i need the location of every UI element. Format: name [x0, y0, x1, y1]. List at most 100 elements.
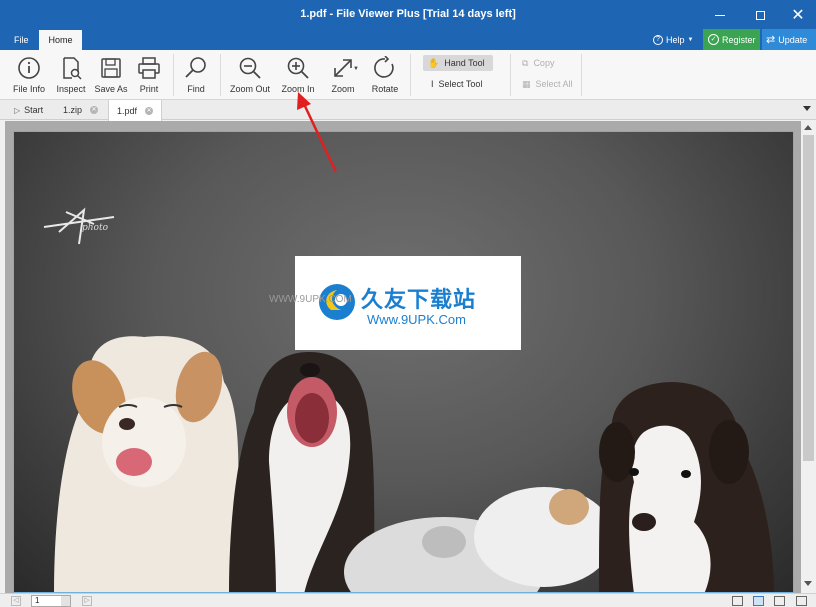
pdf-page-image: photo [13, 131, 794, 593]
page-number-field[interactable]: 1 [31, 595, 71, 607]
close-icon: ✕ [791, 7, 805, 24]
register-button[interactable]: ✓ Register [703, 29, 760, 50]
page-dropdown-icon[interactable] [61, 596, 70, 606]
rotate-icon [374, 56, 394, 78]
copy-button[interactable]: ⧉ Copy [517, 55, 559, 71]
status-bar: ◁ 1 ▷ [0, 593, 816, 607]
update-button[interactable]: ⇄ Update [762, 29, 816, 50]
ribbon-separator [410, 54, 411, 96]
ribbon-separator [173, 54, 174, 96]
tab-list-dropdown-icon[interactable] [803, 106, 811, 111]
text-cursor-icon: I [431, 79, 434, 89]
maximize-icon [755, 10, 765, 20]
help-label: Help [666, 35, 685, 45]
zoom-button[interactable]: Zoom [322, 56, 364, 98]
tab-start[interactable]: ▷ Start [14, 100, 43, 120]
tab-zip[interactable]: 1.zip ✕ [63, 100, 99, 120]
page-number: 1 [35, 596, 40, 605]
select-all-icon: ▦ [522, 78, 531, 89]
file-info-label: File Info [12, 84, 45, 94]
tab-pdf-label: 1.pdf [117, 105, 138, 116]
vertical-scrollbar[interactable] [801, 121, 816, 593]
print-label: Print [139, 84, 159, 94]
select-all-label: Select All [535, 79, 573, 89]
question-icon: ? [653, 35, 663, 45]
close-tab-icon[interactable]: ✕ [145, 106, 154, 115]
ribbon-separator [581, 54, 582, 96]
info-icon [18, 57, 40, 79]
title-bar: 1.pdf - File Viewer Plus [Trial 14 days … [0, 0, 816, 30]
print-button[interactable]: Print [128, 56, 170, 98]
scroll-up-icon[interactable] [804, 125, 812, 130]
hand-tool-label: Hand Tool [444, 58, 485, 68]
signature-text: photo [82, 223, 109, 233]
update-label: Update [778, 34, 808, 45]
file-info-button[interactable]: File Info [8, 56, 50, 98]
select-all-button[interactable]: ▦ Select All [517, 76, 578, 92]
watermark-logo: 久友下载站 WWW.9UPK.COM Www.9UPK.Com [269, 256, 521, 350]
ribbon-toolbar: File Info Inspect Save As Print Find Zoo… [0, 50, 816, 100]
puppy-left [54, 336, 239, 592]
watermark-chinese-text: 久友下载站 [361, 288, 477, 313]
minimize-button[interactable] [702, 0, 738, 30]
register-label: Register [722, 34, 756, 45]
continuous-view-icon[interactable] [796, 596, 807, 606]
update-icon: ⇄ [766, 34, 776, 46]
zoom-in-button[interactable]: Zoom In [277, 56, 319, 98]
next-page-icon[interactable]: ▷ [82, 596, 92, 606]
scroll-down-icon[interactable] [804, 581, 812, 586]
inspect-button[interactable]: Inspect [50, 56, 92, 98]
save-as-button[interactable]: Save As [90, 56, 132, 98]
puppies-illustration: photo [43, 207, 774, 592]
hand-icon: ✋ [428, 57, 440, 68]
window-title: 1.pdf - File Viewer Plus [Trial 14 days … [300, 8, 516, 20]
find-button[interactable]: Find [175, 56, 217, 98]
close-button[interactable]: ✕ [780, 0, 816, 30]
ribbon-separator [220, 54, 221, 96]
puppy-right [599, 382, 774, 592]
rotate-button[interactable]: Rotate [364, 56, 406, 98]
help-menu[interactable]: ? Help ▼ [653, 30, 693, 50]
inspect-label: Inspect [56, 84, 86, 94]
menu-bar: File Home ? Help ▼ [0, 30, 816, 50]
hand-tool-button[interactable]: ✋ Hand Tool [423, 55, 493, 71]
fit-width-view-icon[interactable] [774, 596, 785, 606]
zoom-out-label: Zoom Out [229, 84, 270, 94]
select-tool-label: Select Tool [438, 79, 483, 89]
single-page-view-icon[interactable] [732, 596, 743, 606]
zoom-in-label: Zoom In [281, 84, 315, 94]
zoom-dropdown-icon[interactable]: ▼ [353, 66, 359, 72]
menu-file[interactable]: File [6, 30, 37, 50]
save-icon [101, 58, 121, 78]
tab-pdf[interactable]: 1.pdf ✕ [108, 100, 163, 121]
menu-home[interactable]: Home [39, 30, 82, 50]
previous-page-icon[interactable]: ◁ [11, 596, 21, 606]
printer-icon [138, 57, 160, 79]
fit-page-view-icon[interactable] [753, 596, 764, 606]
copy-label: Copy [533, 58, 555, 68]
rotate-label: Rotate [371, 84, 399, 94]
watermark-url-small: WWW.9UPK.COM [269, 294, 352, 305]
select-tool-button[interactable]: I Select Tool [426, 76, 487, 92]
chevron-down-icon: ▼ [687, 37, 694, 43]
close-tab-icon[interactable]: ✕ [90, 106, 99, 114]
save-as-label: Save As [94, 84, 128, 94]
tab-zip-label: 1.zip [63, 105, 83, 115]
tab-start-label: Start [24, 105, 44, 115]
scroll-thumb[interactable] [803, 135, 814, 461]
zoom-out-icon [239, 57, 261, 79]
search-icon [185, 57, 206, 78]
ribbon-separator [510, 54, 511, 96]
zoom-label: Zoom [331, 84, 355, 94]
find-label: Find [187, 84, 205, 94]
minimize-icon [715, 14, 725, 16]
inspect-icon [63, 57, 82, 80]
zoom-in-icon [287, 57, 309, 79]
copy-icon: ⧉ [522, 57, 529, 68]
zoom-out-button[interactable]: Zoom Out [229, 56, 271, 98]
maximize-button[interactable] [742, 0, 778, 30]
document-tab-strip: ▷ Start 1.zip ✕ 1.pdf ✕ [0, 100, 816, 121]
zoom-expand-icon [334, 59, 352, 77]
watermark-url-large: Www.9UPK.Com [367, 312, 466, 327]
play-icon: ▷ [14, 105, 21, 115]
